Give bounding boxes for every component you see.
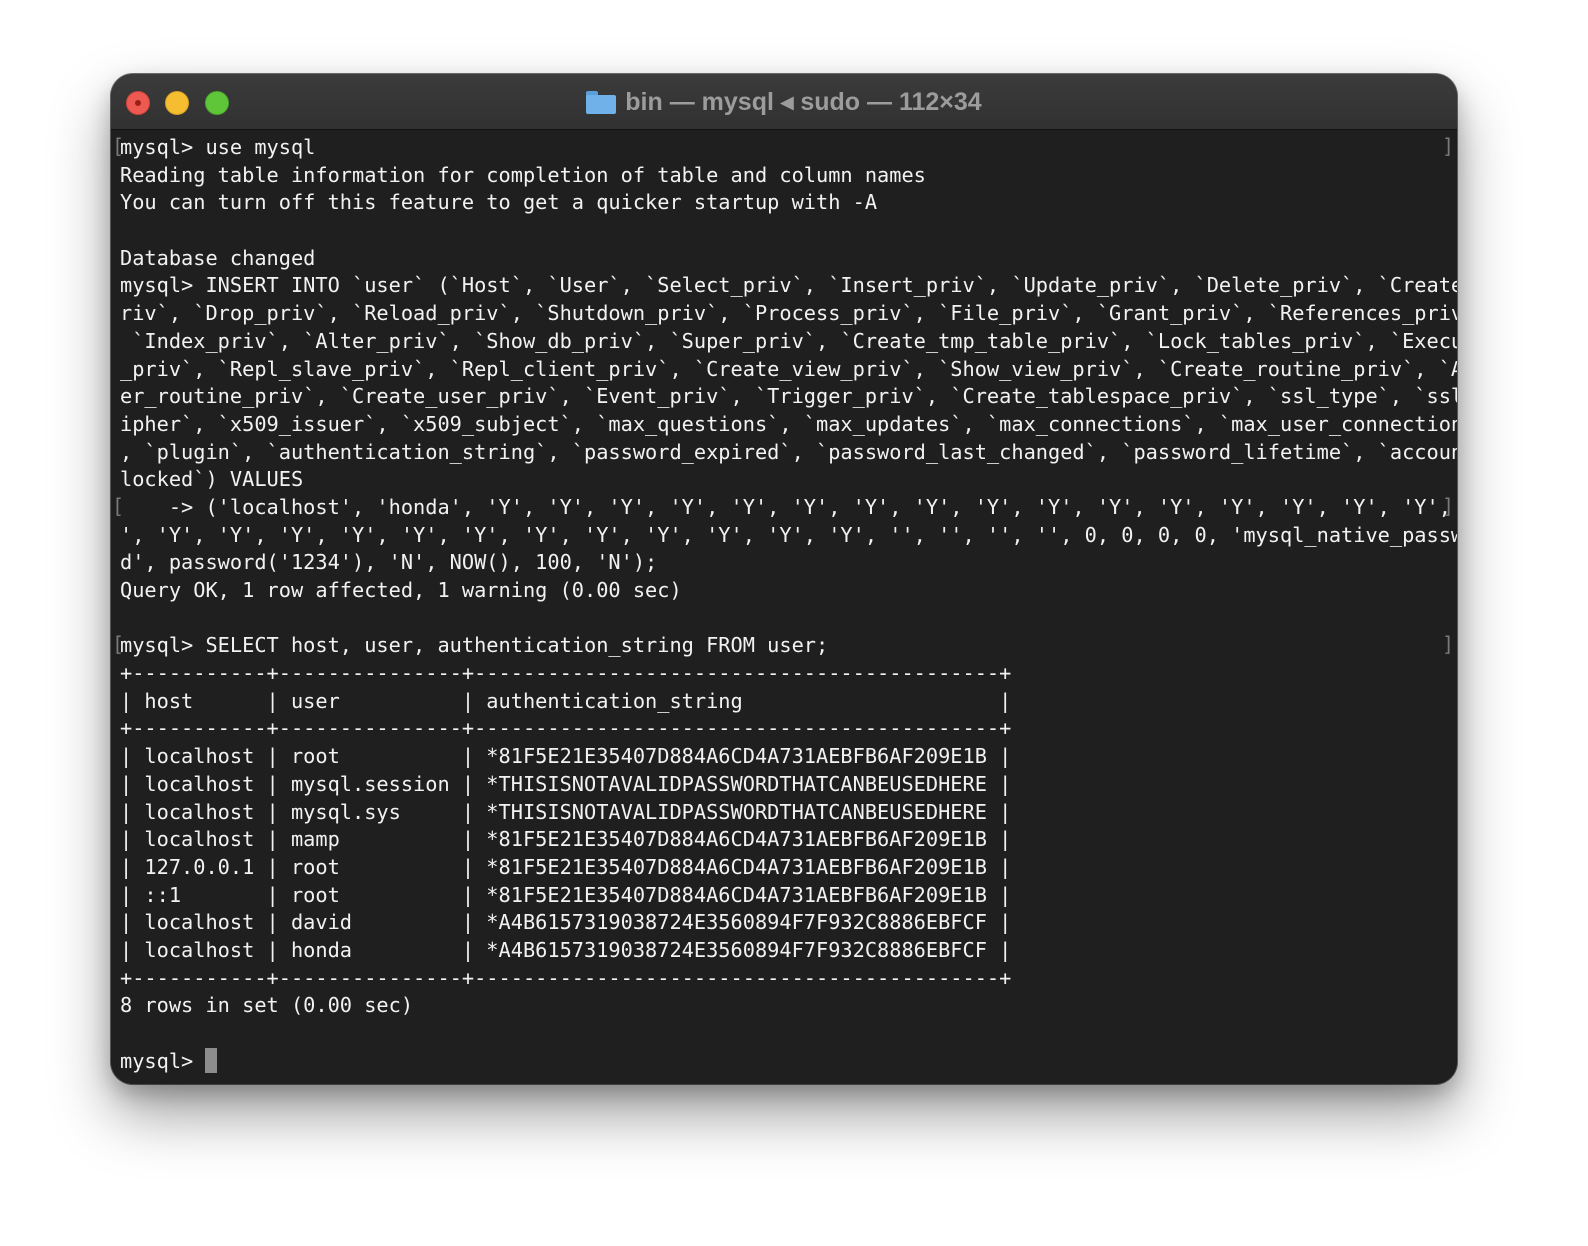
terminal-line: _priv`, `Repl_slave_priv`, `Repl_client_… <box>120 356 1457 381</box>
terminal-line: mysql> use mysql <box>120 135 316 159</box>
terminal-line: | 127.0.0.1 | root | *81F5E21E35407D884A… <box>120 854 1012 879</box>
terminal-line: , `plugin`, `authentication_string`, `pa… <box>120 439 1457 464</box>
terminal-output: mysql> use mysql Reading table informatio… <box>120 134 1457 1048</box>
terminal-line: Reading table information for completion… <box>120 162 926 187</box>
terminal-line: riv`, `Drop_priv`, `Reload_priv`, `Shutd… <box>120 301 1457 326</box>
terminal-line: | localhost | root | *81F5E21E35407D884A… <box>120 744 1012 769</box>
mark-bracket-right: ] <box>1441 632 1454 656</box>
terminal-line: ', 'Y', 'Y', 'Y', 'Y', 'Y', 'Y', 'Y', 'Y… <box>120 522 1457 547</box>
terminal-line: | localhost | david | *A4B6157319038724E… <box>120 910 1012 935</box>
terminal-line: | ::1 | root | *81F5E21E35407D884A6CD4A7… <box>120 882 1012 907</box>
mark-bracket-right: ] <box>1441 494 1454 518</box>
terminal-line: d', password('1234'), 'N', NOW(), 100, '… <box>120 550 658 575</box>
mark-bracket-left: [ <box>112 632 125 656</box>
terminal-line: +-----------+---------------+-----------… <box>120 661 1012 686</box>
terminal-line: | localhost | honda | *A4B6157319038724E… <box>120 937 1012 962</box>
title-bar[interactable]: bin — mysql ◂ sudo — 112×34 <box>111 74 1457 130</box>
window-title-text: bin — mysql ◂ sudo — 112×34 <box>625 88 982 116</box>
terminal-line: mysql> INSERT INTO `user` (`Host`, `User… <box>120 273 1457 298</box>
terminal-line: `Index_priv`, `Alter_priv`, `Show_db_pri… <box>120 328 1457 353</box>
window-title: bin — mysql ◂ sudo — 112×34 <box>111 74 1457 130</box>
text-cursor <box>205 1048 218 1074</box>
terminal-line: +-----------+---------------+-----------… <box>120 965 1012 990</box>
terminal-screen[interactable]: mysql> use mysql Reading table informatio… <box>111 130 1457 1084</box>
mark-bracket-left: [ <box>112 494 125 518</box>
terminal-line: ipher`, `x509_issuer`, `x509_subject`, `… <box>120 411 1457 436</box>
terminal-line: Database changed <box>120 245 316 270</box>
terminal-line: | localhost | mamp | *81F5E21E35407D884A… <box>120 827 1012 852</box>
terminal-line: Query OK, 1 row affected, 1 warning (0.0… <box>120 578 682 602</box>
terminal-line: | localhost | mysql.sys | *THISISNOTAVAL… <box>120 799 1012 824</box>
mark-bracket-right: ] <box>1441 134 1454 158</box>
terminal-window: bin — mysql ◂ sudo — 112×34 mysql> use m… <box>111 74 1457 1084</box>
terminal-line: +-----------+---------------+-----------… <box>120 716 1012 741</box>
terminal-line: You can turn off this feature to get a q… <box>120 190 878 215</box>
terminal-line: mysql> SELECT host, user, authentication… <box>120 633 829 658</box>
folder-icon <box>586 90 617 114</box>
terminal-line: locked`) VALUES <box>120 467 304 492</box>
mark-bracket-left: [ <box>112 134 125 158</box>
terminal-line: er_routine_priv`, `Create_user_priv`, `E… <box>120 384 1457 409</box>
terminal-line: | localhost | mysql.session | *THISISNOT… <box>120 771 1012 796</box>
terminal-prompt-line[interactable]: mysql> <box>120 1048 218 1076</box>
terminal-line: 8 rows in set (0.00 sec) <box>120 993 414 1018</box>
prompt-text: mysql> <box>120 1049 206 1074</box>
terminal-line: -> ('localhost', 'honda', 'Y', 'Y', 'Y',… <box>120 494 1457 519</box>
terminal-line: | host | user | authentication_string | <box>120 688 1012 713</box>
